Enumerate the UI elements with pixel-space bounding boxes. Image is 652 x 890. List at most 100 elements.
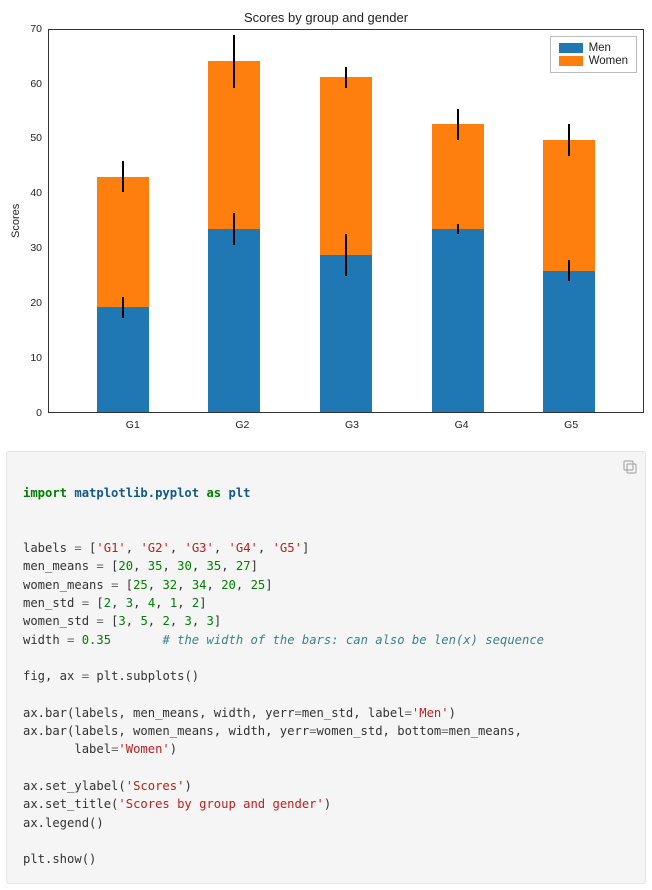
- error-bar-women: [233, 35, 235, 87]
- x-tick: G4: [436, 419, 488, 431]
- x-tick: G2: [216, 419, 268, 431]
- code-token: as: [206, 486, 221, 500]
- code-token: 3: [207, 614, 214, 628]
- code-token: 2: [104, 596, 111, 610]
- code-token: men_std, label: [302, 706, 405, 720]
- code-token: fig, ax: [23, 669, 74, 683]
- code-token: plt.show(): [23, 852, 96, 866]
- code-token: 4: [148, 596, 155, 610]
- code-token: =: [405, 706, 412, 720]
- x-axis: G1 G2 G3 G4 G5: [60, 419, 644, 431]
- x-tick: G5: [545, 419, 597, 431]
- chart-body: Scores 70 60 50 40 30 20 10 0 Men Women: [8, 29, 644, 413]
- copy-icon[interactable]: [621, 458, 639, 476]
- legend-swatch-women: [559, 56, 583, 66]
- code-token: men_std: [23, 596, 74, 610]
- code-block: import matplotlib.pyplot as plt labels =…: [6, 451, 646, 884]
- code-token: ax.set_ylabel(: [23, 779, 126, 793]
- code-token: plt: [229, 486, 251, 500]
- code-token: =: [309, 724, 316, 738]
- code-token: ax.bar(labels, women_means, width, yerr: [23, 724, 309, 738]
- code-token: 'G2': [140, 541, 169, 555]
- bar-men: [208, 229, 260, 412]
- error-bar-women: [457, 109, 459, 140]
- code-token: matplotlib.pyplot: [74, 486, 199, 500]
- x-tick: G1: [107, 419, 159, 431]
- y-axis-label: Scores: [8, 29, 22, 413]
- code-token: 'Scores by group and gender': [118, 797, 323, 811]
- legend-label-men: Men: [589, 42, 611, 54]
- error-bar-women: [345, 67, 347, 88]
- bar-group: [97, 30, 149, 412]
- error-bar-men: [345, 234, 347, 276]
- code-token: ax.bar(labels, men_means, width, yerr: [23, 706, 295, 720]
- code-token: 5: [140, 614, 147, 628]
- bar-men: [543, 271, 595, 412]
- code-token: 'Women': [118, 742, 169, 756]
- code-token: =: [111, 578, 118, 592]
- code-token: 34: [192, 578, 207, 592]
- code-token: 32: [162, 578, 177, 592]
- chart-container: Scores by group and gender Scores 70 60 …: [6, 6, 646, 433]
- code-token: 0.35: [82, 633, 111, 647]
- chart-title: Scores by group and gender: [8, 10, 644, 25]
- bar-group: [208, 30, 260, 412]
- bar-group: [543, 30, 595, 412]
- code-token: 2: [192, 596, 199, 610]
- code-token: 25: [251, 578, 266, 592]
- error-bar-men: [568, 260, 570, 281]
- code-token: 30: [177, 559, 192, 573]
- code-token: men_means: [23, 559, 89, 573]
- legend-row-men: Men: [559, 42, 628, 54]
- code-token: plt.subplots(): [96, 669, 199, 683]
- code-token: =: [67, 633, 74, 647]
- code-token: =: [96, 614, 103, 628]
- code-token: 'Scores': [126, 779, 185, 793]
- legend: Men Women: [550, 36, 637, 73]
- legend-row-women: Women: [559, 55, 628, 67]
- code-token: import: [23, 486, 67, 500]
- code-token: ax.legend(): [23, 816, 104, 830]
- code-token: 2: [162, 614, 169, 628]
- code-token: 35: [148, 559, 163, 573]
- error-bar-men: [457, 224, 459, 234]
- bar-women: [97, 177, 149, 308]
- error-bar-men: [233, 213, 235, 244]
- code-token: 'G4': [229, 541, 258, 555]
- code-token: 'Men': [412, 706, 449, 720]
- code-token: =: [74, 541, 81, 555]
- plot-area: Men Women: [48, 29, 644, 413]
- bar-women: [320, 77, 372, 255]
- bar-men: [320, 255, 372, 412]
- bar-group: [432, 30, 484, 412]
- code-token: women_std, bottom: [317, 724, 442, 738]
- code-token: =: [96, 559, 103, 573]
- error-bar-women: [122, 161, 124, 192]
- code-token: men_means,: [449, 724, 522, 738]
- code-token: =: [82, 596, 89, 610]
- code-token: 1: [170, 596, 177, 610]
- code-token: width: [23, 633, 60, 647]
- bar-group: [320, 30, 372, 412]
- y-axis: 70 60 50 40 30 20 10 0: [22, 29, 48, 413]
- bar-men: [97, 307, 149, 412]
- bars-container: [49, 30, 643, 412]
- x-tick: G3: [326, 419, 378, 431]
- code-token: labels: [23, 541, 67, 555]
- bar-women: [543, 140, 595, 271]
- code-token: =: [441, 724, 448, 738]
- code-token: 20: [221, 578, 236, 592]
- bar-men: [432, 229, 484, 412]
- bar-women: [432, 124, 484, 229]
- error-bar-women: [568, 124, 570, 155]
- legend-swatch-men: [559, 43, 583, 53]
- code-token: 'G5': [273, 541, 302, 555]
- code-token: 'G1': [96, 541, 125, 555]
- code-token: women_std: [23, 614, 89, 628]
- error-bar-men: [122, 297, 124, 318]
- code-token: 'G3': [185, 541, 214, 555]
- code-token: 25: [133, 578, 148, 592]
- code-token: label: [23, 742, 111, 756]
- legend-label-women: Women: [589, 55, 628, 67]
- code-token: # the width of the bars: can also be len…: [162, 633, 544, 647]
